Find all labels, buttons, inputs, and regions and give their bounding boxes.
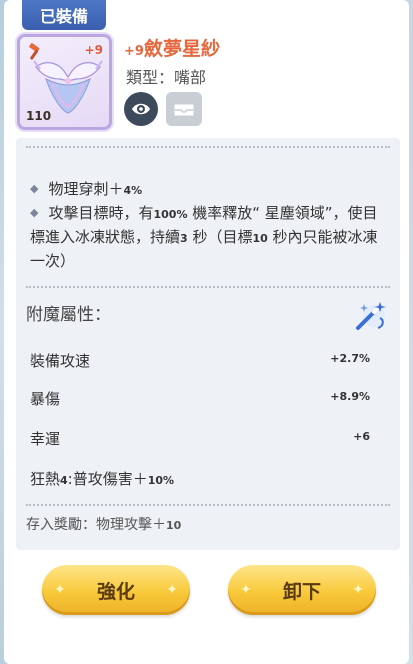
item-icon-frame[interactable]: +9 110 — [17, 34, 112, 130]
tray-icon — [174, 104, 194, 116]
divider-top — [26, 146, 390, 148]
stat-row-attack-speed: 裝備攻速 +2.7% — [30, 352, 370, 370]
unequip-button[interactable]: ✦ 卸下 ✦ — [228, 565, 376, 615]
sparkle-icon: ✦ — [166, 582, 178, 598]
divider-bottom — [26, 504, 390, 506]
sparkle-icon: ✦ — [240, 582, 252, 598]
enchant-title: 附魔屬性： — [26, 305, 111, 325]
enhance-button[interactable]: ✦ 強化 ✦ — [42, 565, 190, 615]
item-description-area: ◆ 物理穿刺＋4% ◆ 攻擊目標時，有100% 機率釋放“ 星塵領域”，使目標進入冰… — [16, 138, 400, 550]
view-button[interactable] — [124, 92, 158, 126]
stat-row-frenzy: 狂熱4:普攻傷害＋10% — [30, 470, 175, 488]
item-name-text: 斂夢星紗 — [143, 38, 220, 60]
magic-wand-icon[interactable] — [352, 298, 388, 332]
equipped-tag: 已裝備 — [22, 0, 106, 30]
eye-icon — [132, 103, 150, 115]
sparkle-icon: ✦ — [352, 582, 364, 598]
item-level-badge: +9 — [84, 43, 103, 57]
effect-line-1: ◆ 物理穿刺＋4% — [30, 180, 143, 198]
stat-row-crit-damage: 暴傷 +8.9% — [30, 390, 370, 408]
item-power-value: 110 — [26, 109, 52, 123]
divider-mid — [26, 286, 390, 288]
diamond-bullet-icon: ◆ — [30, 206, 39, 219]
item-name-plus: +9 — [124, 44, 144, 59]
diamond-bullet-icon: ◆ — [30, 182, 39, 195]
deposit-reward: 存入獎勵：物理攻擊＋10 — [26, 517, 182, 533]
stat-row-luck: 幸運 +6 — [30, 430, 370, 448]
sparkle-icon: ✦ — [54, 582, 66, 598]
tray-button[interactable] — [166, 92, 202, 126]
effect-line-2: ◆ 攻擊目標時，有100% 機率釋放“ 星塵領域”，使目標進入冰凍狀態，持續3 秒… — [30, 204, 378, 270]
item-name: +9斂夢星紗 — [124, 34, 220, 61]
item-type: 類型：嘴部 — [126, 68, 207, 87]
